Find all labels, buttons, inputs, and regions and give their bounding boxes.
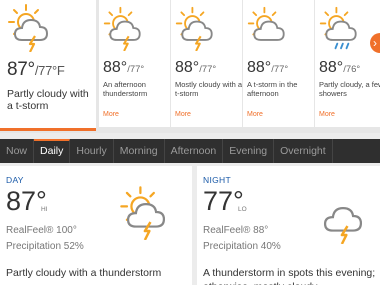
cloud-tstorm-icon bbox=[315, 188, 371, 244]
day-label: DAY bbox=[6, 175, 24, 185]
forecast-description: Partly cloudy, a few showers bbox=[319, 80, 380, 98]
sun-cloud-icon bbox=[246, 5, 292, 51]
forecast-hi-temp: 88° bbox=[319, 59, 344, 76]
time-period-tabs: Now Daily Hourly Morning Afternoon Eveni… bbox=[0, 139, 380, 163]
hi-label: HI bbox=[41, 206, 48, 213]
today-hi-temp: 87° bbox=[7, 59, 35, 80]
day-detail-card: DAY 87° HI RealFeel® 100° Precipitation … bbox=[0, 166, 192, 285]
night-detail-card: NIGHT 77° LO RealFeel® 88° Precipitation… bbox=[197, 166, 380, 285]
tab-overnight[interactable]: Overnight bbox=[274, 139, 333, 163]
forecast-hi-temp: 88° bbox=[103, 59, 128, 76]
partly-cloudy-tstorm-icon bbox=[118, 184, 174, 240]
tab-morning[interactable]: Morning bbox=[114, 139, 165, 163]
tab-evening[interactable]: Evening bbox=[223, 139, 275, 163]
forecast-strip: 87°/77°F Partly cloudy with a t-storm 88… bbox=[0, 0, 380, 133]
forecast-card[interactable]: 88°/76° Partly cloudy, a few showers Mor… bbox=[315, 0, 380, 127]
day-realfeel: RealFeel® 100° bbox=[6, 225, 77, 236]
forecast-lo-temp: /77° bbox=[127, 64, 145, 75]
forecast-lo-temp: /76° bbox=[343, 64, 361, 75]
forecast-hi-temp: 88° bbox=[247, 59, 272, 76]
today-lo-temp: /77°F bbox=[34, 63, 65, 78]
forecast-lo-temp: /77° bbox=[199, 64, 217, 75]
more-link[interactable]: More bbox=[247, 111, 263, 118]
lo-label: LO bbox=[238, 206, 247, 213]
forecast-lo-temp: /77° bbox=[271, 64, 289, 75]
more-link[interactable]: More bbox=[319, 111, 335, 118]
forecast-description: An afternoon thunderstorm bbox=[103, 80, 148, 98]
partly-cloudy-showers-icon bbox=[318, 5, 364, 50]
more-link[interactable]: More bbox=[103, 111, 119, 118]
night-precipitation: Precipitation 40% bbox=[203, 241, 281, 252]
chevron-right-icon: › bbox=[373, 36, 377, 50]
forecast-temperature: 88°/77° bbox=[247, 59, 288, 77]
forecast-temperature: 88°/77° bbox=[175, 59, 216, 77]
tab-hourly[interactable]: Hourly bbox=[70, 139, 114, 163]
partly-cloudy-tstorm-icon bbox=[6, 2, 56, 52]
today-forecast-card[interactable]: 87°/77°F Partly cloudy with a t-storm bbox=[0, 0, 96, 131]
night-label: NIGHT bbox=[203, 175, 231, 185]
tab-afternoon[interactable]: Afternoon bbox=[165, 139, 224, 163]
forecast-hi-temp: 88° bbox=[175, 59, 200, 76]
tab-now[interactable]: Now bbox=[0, 139, 35, 163]
forecast-temperature: 88°/77° bbox=[103, 59, 144, 77]
forecast-temperature: 88°/76° bbox=[319, 59, 360, 77]
more-link[interactable]: More bbox=[175, 111, 191, 118]
night-realfeel: RealFeel® 88° bbox=[203, 225, 269, 236]
today-temperature: 87°/77°F bbox=[7, 59, 65, 81]
forecast-card[interactable]: 88°/77° An afternoon thunderstorm More bbox=[99, 0, 170, 127]
tab-daily[interactable]: Daily bbox=[34, 139, 71, 163]
forecast-description: Mostly cloudy with a t-storm bbox=[175, 80, 243, 98]
night-description: A thunderstorm in spots this evening; ot… bbox=[203, 267, 376, 285]
mostly-cloudy-tstorm-icon bbox=[174, 5, 220, 51]
day-description: Partly cloudy with a thunderstorm bbox=[6, 267, 162, 279]
forecast-card[interactable]: 88°/77° Mostly cloudy with a t-storm Mor… bbox=[171, 0, 242, 127]
partly-cloudy-tstorm-icon bbox=[102, 5, 148, 51]
forecast-card[interactable]: 88°/77° A t-storm in the afternoon More bbox=[243, 0, 314, 127]
forecast-description: A t-storm in the afternoon bbox=[247, 80, 298, 98]
today-description: Partly cloudy with a t-storm bbox=[7, 88, 89, 112]
day-precipitation: Precipitation 52% bbox=[6, 241, 84, 252]
